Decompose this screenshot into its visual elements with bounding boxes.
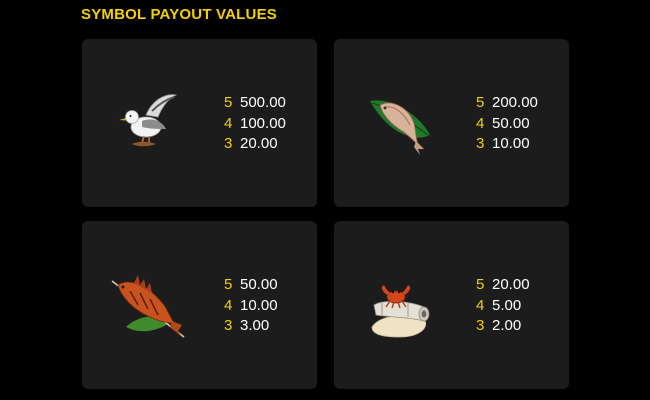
- symbol-count: 5: [224, 276, 233, 293]
- payout-table-crab-on-cannon: 5 20.00 4 5.00 3 2.00: [476, 275, 566, 337]
- seagull-icon: [108, 83, 188, 163]
- payout-row: 5 50.00: [224, 275, 314, 296]
- symbol-count: 5: [224, 94, 233, 111]
- payout-value: 20.00: [492, 276, 530, 293]
- symbol-count: 4: [476, 296, 485, 314]
- fish-on-leaf-icon: [360, 83, 440, 163]
- payout-card-seagull: 5 500.00 4 100.00 3 20.00: [82, 39, 317, 207]
- payout-row: 3 10.00: [476, 134, 566, 155]
- payout-value: 3.00: [240, 317, 270, 334]
- payout-table-grilled-fish: 5 50.00 4 10.00 3 3.00: [224, 275, 314, 337]
- symbol-count: 3: [476, 317, 485, 334]
- payout-value: 50.00: [492, 114, 530, 132]
- symbol-count: 5: [476, 94, 485, 111]
- symbol-count: 4: [224, 114, 233, 132]
- payout-row: 3 3.00: [224, 316, 314, 337]
- payout-card-crab-on-cannon: 5 20.00 4 5.00 3 2.00: [334, 221, 569, 389]
- payout-row: 5 500.00: [224, 93, 314, 114]
- payout-card-fish-on-leaf: 5 200.00 4 50.00 3 10.00: [334, 39, 569, 207]
- payout-value: 10.00: [492, 135, 530, 152]
- payout-value: 200.00: [492, 94, 538, 111]
- paytable-page: SYMBOL PAYOUT VALUES 5 500.00 4 100.00 3…: [0, 0, 650, 400]
- payout-value: 2.00: [492, 317, 522, 334]
- symbol-count: 4: [476, 114, 485, 132]
- payout-row: 4 10.00: [224, 296, 314, 317]
- grilled-fish-icon: [108, 265, 188, 345]
- payout-row: 4 100.00: [224, 114, 314, 135]
- payout-value: 10.00: [240, 296, 278, 314]
- payout-table-seagull: 5 500.00 4 100.00 3 20.00: [224, 93, 314, 155]
- payout-value: 5.00: [492, 296, 522, 314]
- payout-row: 4 50.00: [476, 114, 566, 135]
- payout-value: 500.00: [240, 94, 286, 111]
- payout-row: 4 5.00: [476, 296, 566, 317]
- payout-table-fish-on-leaf: 5 200.00 4 50.00 3 10.00: [476, 93, 566, 155]
- payout-row: 5 20.00: [476, 275, 566, 296]
- crab-on-cannon-icon: [360, 265, 440, 345]
- symbol-count: 3: [224, 135, 233, 152]
- symbol-count: 3: [476, 135, 485, 152]
- payout-row: 3 20.00: [224, 134, 314, 155]
- payout-card-grilled-fish: 5 50.00 4 10.00 3 3.00: [82, 221, 317, 389]
- payout-row: 5 200.00: [476, 93, 566, 114]
- payout-value: 100.00: [240, 114, 286, 132]
- payout-value: 50.00: [240, 276, 278, 293]
- symbol-count: 5: [476, 276, 485, 293]
- symbol-count: 4: [224, 296, 233, 314]
- symbol-count: 3: [224, 317, 233, 334]
- payout-row: 3 2.00: [476, 316, 566, 337]
- page-title: SYMBOL PAYOUT VALUES: [81, 6, 277, 23]
- payout-value: 20.00: [240, 135, 278, 152]
